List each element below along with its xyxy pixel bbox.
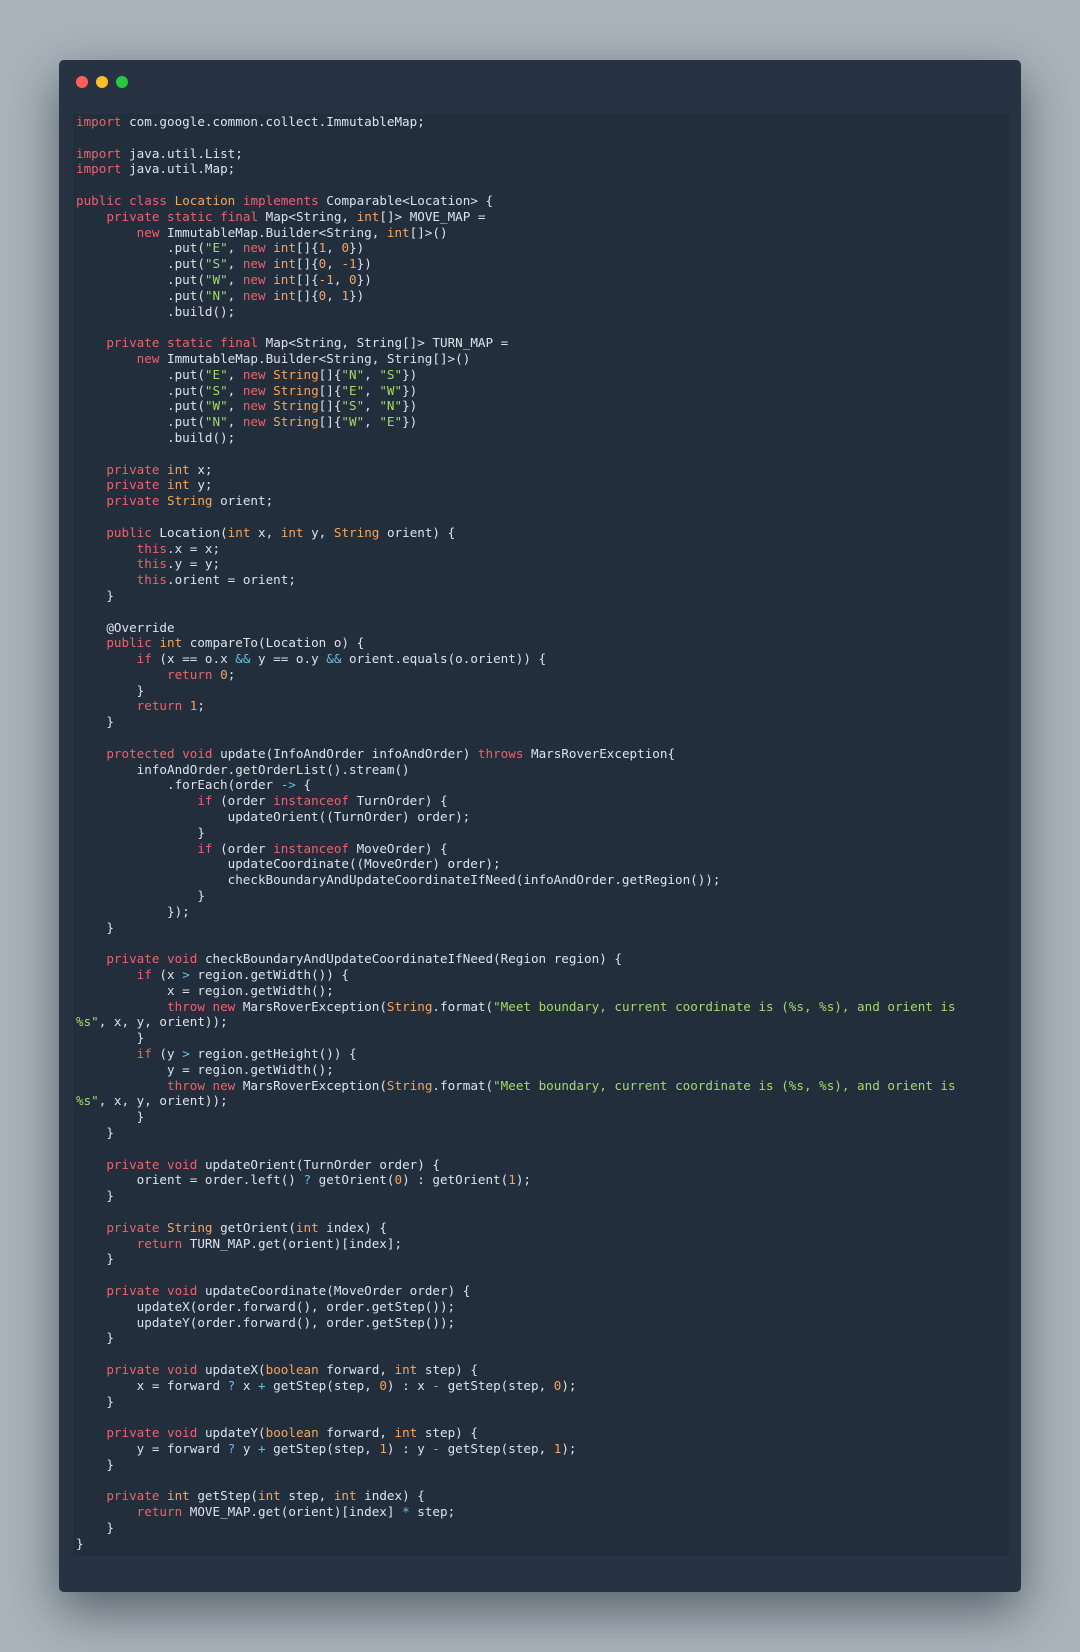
code-line: this.orient = orient;: [136, 572, 296, 588]
code-line: private String getOrient(int index) {: [106, 1219, 387, 1235]
code-line: private static final Map<String, String[…: [106, 335, 509, 351]
code-line: }: [76, 888, 205, 904]
code-line: return MOVE_MAP.get(orient)[index] * ste…: [136, 1504, 456, 1520]
code-line: x = region.getWidth();: [76, 982, 334, 998]
code-line: new ImmutableMap.Builder<String, int[]>(…: [136, 224, 448, 240]
code-line: public int compareTo(Location o) {: [106, 635, 365, 651]
code-line: throw new MarsRoverException(String.form…: [167, 1077, 956, 1093]
code-line: new ImmutableMap.Builder<String, String[…: [136, 350, 471, 366]
code-editor: import com.google.common.collect.Immutab…: [73, 114, 1009, 1556]
code-line: private int getStep(int step, int index)…: [106, 1488, 425, 1504]
code-line: }: [76, 714, 114, 730]
code-line: .put("E", new int[]{1, 0}): [76, 240, 365, 256]
code-line: protected void update(InfoAndOrder infoA…: [106, 745, 676, 761]
code-line: }: [76, 1251, 114, 1267]
code-line: .forEach(order -> {: [76, 777, 312, 793]
code-line: ​: [76, 1267, 956, 1283]
code-line: infoAndOrder.getOrderList().stream(): [76, 761, 410, 777]
code-line: .build();: [76, 429, 236, 445]
minimize-window-button[interactable]: [96, 76, 108, 88]
code-line: ​: [76, 1204, 956, 1220]
code-line: }: [76, 1535, 84, 1551]
code-line: y = region.getWidth();: [76, 1061, 334, 1077]
code-line: ​: [76, 604, 956, 620]
code-line: public Location(int x, int y, String ori…: [106, 524, 456, 540]
code-line: }: [76, 1109, 145, 1125]
code-line: return 1;: [136, 698, 205, 714]
code-line: }: [76, 587, 114, 603]
code-line: .put("N", new String[]{"W", "E"}): [76, 414, 418, 430]
code-line: this.y = y;: [136, 556, 221, 572]
code-line: updateOrient((TurnOrder) order);: [76, 809, 471, 825]
code-line: .put("E", new String[]{"N", "S"}): [76, 366, 418, 382]
code-line: private void checkBoundaryAndUpdateCoord…: [106, 951, 622, 967]
code-line: x = forward ? x + getStep(step, 0) : x -…: [76, 1377, 577, 1393]
code-line: }: [76, 919, 114, 935]
code-line: }: [76, 1330, 114, 1346]
code-line: }: [76, 1188, 114, 1204]
code-window: import com.google.common.collect.Immutab…: [59, 60, 1021, 1592]
code-line: }: [76, 682, 145, 698]
code-line: if (order instanceof TurnOrder) {: [197, 793, 448, 809]
code-line: }: [76, 1519, 114, 1535]
code-line: public class Location implements Compara…: [76, 192, 494, 208]
code-line: ​: [76, 935, 956, 951]
code-line: ​: [76, 319, 956, 335]
code-line: throw new MarsRoverException(String.form…: [167, 998, 956, 1014]
code-line: private void updateOrient(TurnOrder orde…: [106, 1156, 440, 1172]
maximize-window-button[interactable]: [116, 76, 128, 88]
code-line: if (x == o.x && y == o.y && orient.equal…: [136, 651, 547, 667]
code-line: private void updateCoordinate(MoveOrder …: [106, 1282, 471, 1298]
code-line: %s", x, y, orient));: [76, 1093, 228, 1109]
code-line: y = forward ? y + getStep(step, 1) : y -…: [76, 1440, 577, 1456]
window-titlebar: [59, 60, 1021, 100]
code-line: ​: [76, 1141, 956, 1157]
code-line: updateX(order.forward(), order.getStep()…: [76, 1298, 456, 1314]
code-line: ​: [76, 130, 956, 146]
code-line: orient = order.left() ? getOrient(0) : g…: [76, 1172, 531, 1188]
code-line: private String orient;: [106, 493, 274, 509]
code-line: checkBoundaryAndUpdateCoordinateIfNeed(i…: [76, 872, 721, 888]
code-line: ​: [76, 1346, 956, 1362]
code-line: private void updateY(boolean forward, in…: [106, 1425, 478, 1441]
code-line: .put("N", new int[]{0, 1}): [76, 287, 365, 303]
code-line: if (y > region.getHeight()) {: [136, 1046, 357, 1062]
code-line: .put("S", new int[]{0, -1}): [76, 256, 372, 272]
code-line: }: [76, 1030, 145, 1046]
code-line: import com.google.common.collect.Immutab…: [76, 114, 425, 129]
code-line: }: [76, 824, 205, 840]
code-line: if (order instanceof MoveOrder) {: [197, 840, 448, 856]
code-line: }: [76, 1456, 114, 1472]
code-line: return 0;: [167, 666, 236, 682]
code-line: import java.util.List;: [76, 145, 243, 161]
code-line: });: [76, 903, 190, 919]
code-line: this.x = x;: [136, 540, 221, 556]
code-line: private int x;: [106, 461, 213, 477]
code-line: ​: [76, 509, 956, 525]
code-line: %s", x, y, orient));: [76, 1014, 228, 1030]
code-line: ​: [76, 1409, 956, 1425]
code-line: import java.util.Map;: [76, 161, 236, 177]
code-line: .put("W", new String[]{"S", "N"}): [76, 398, 418, 414]
code-line: ​: [76, 730, 956, 746]
code-line: .build();: [76, 303, 236, 319]
code-line: updateY(order.forward(), order.getStep()…: [76, 1314, 456, 1330]
code-line: .put("S", new String[]{"E", "W"}): [76, 382, 418, 398]
code-line: .put("W", new int[]{-1, 0}): [76, 271, 372, 287]
code-line: private static final Map<String, int[]> …: [106, 208, 486, 224]
code-line: updateCoordinate((MoveOrder) order);: [76, 856, 501, 872]
code-line: ​: [76, 177, 956, 193]
code-line: private int y;: [106, 477, 213, 493]
code-line: if (x > region.getWidth()) {: [136, 967, 350, 983]
code-line: }: [76, 1125, 114, 1140]
code-line: private void updateX(boolean forward, in…: [106, 1361, 478, 1377]
code-line: }: [76, 1393, 114, 1409]
close-window-button[interactable]: [76, 76, 88, 88]
code-line: @Override: [76, 619, 175, 635]
code-line: return TURN_MAP.get(orient)[index];: [136, 1235, 403, 1251]
code-line: ​: [76, 446, 956, 462]
code-line: ​: [76, 1473, 956, 1489]
code-block: import com.google.common.collect.Immutab…: [76, 114, 956, 1552]
